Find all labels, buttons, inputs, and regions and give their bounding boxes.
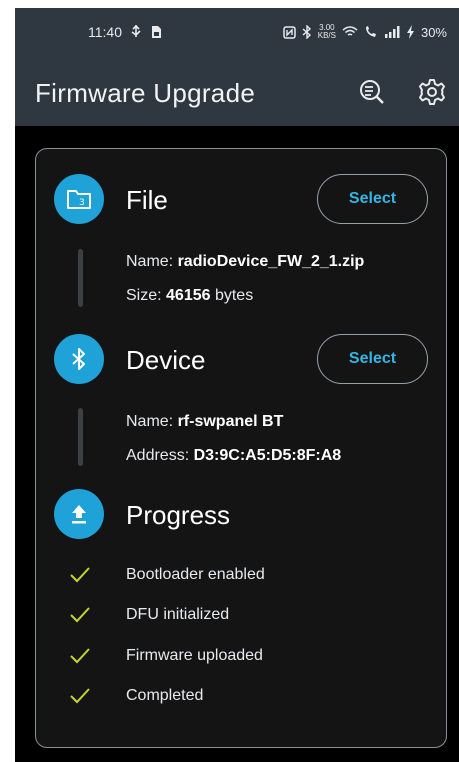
select-file-button[interactable]: Select [317, 174, 428, 224]
device-name: Name: rf-swpanel BT [126, 413, 283, 431]
settings-icon[interactable] [418, 78, 446, 106]
page-title: Firmware Upgrade [35, 78, 256, 108]
upload-icon [72, 505, 86, 524]
file-size-label: Size: [126, 287, 167, 304]
sim-icon [152, 26, 161, 38]
step-bootloader-enabled: Bootloader enabled [126, 566, 265, 583]
battery-level: 30% [420, 24, 447, 40]
phone-screen: 11:40 3.00 KB/S 30% Firmware Upgrade 3 F… [15, 8, 459, 762]
network-speed-unit: KB/S [317, 31, 336, 40]
file-section-icon: 3 [54, 174, 104, 224]
step-completed: Completed [126, 687, 204, 704]
device-section-divider [78, 408, 83, 466]
progress-section-title: Progress [126, 500, 231, 530]
network-speed: 3.00 KB/S [318, 24, 336, 40]
status-left: 11:40 [88, 24, 162, 40]
wifi-icon [342, 26, 358, 36]
device-section-icon [54, 334, 104, 384]
usb-icon [131, 25, 141, 37]
device-address: Address: D3:9C:A5:D5:8F:A8 [126, 447, 341, 465]
check-icon [70, 688, 90, 704]
status-right: 3.00 KB/S 30% [282, 24, 447, 40]
step-dfu-initialized: DFU initialized [126, 606, 230, 623]
nfc-icon [282, 25, 296, 39]
status-bar: 11:40 3.00 KB/S 30% [15, 8, 459, 56]
progress-section-icon [54, 489, 104, 539]
check-icon [70, 648, 90, 664]
clock: 11:40 [88, 24, 122, 40]
svg-text:3: 3 [79, 198, 85, 208]
file-size-value: 46156 [166, 287, 211, 304]
bluetooth-icon [302, 25, 311, 39]
file-size-unit: bytes [210, 287, 254, 304]
file-name: Name: radioDevice_FW_2_1.zip [126, 253, 364, 271]
device-address-value: D3:9C:A5:D5:8F:A8 [193, 447, 342, 464]
device-section-title: Device [126, 345, 206, 375]
check-icon [70, 607, 90, 623]
file-name-value: radioDevice_FW_2_1.zip [177, 253, 365, 270]
check-icon [70, 567, 90, 583]
call-icon [365, 26, 376, 37]
folder-icon: 3 [67, 190, 91, 209]
upgrade-card: 3 File Select Name: radioDevice_FW_2_1.z… [35, 148, 447, 748]
charging-icon [406, 25, 414, 39]
app-bar: Firmware Upgrade [15, 56, 459, 126]
select-device-button[interactable]: Select [317, 334, 428, 384]
device-name-value: rf-swpanel BT [177, 413, 284, 430]
bluetooth-icon [72, 348, 85, 370]
device-address-label: Address: [126, 447, 194, 464]
device-name-label: Name: [126, 413, 178, 430]
file-section-divider [78, 249, 83, 307]
file-name-label: Name: [126, 253, 178, 270]
file-size: Size: 46156 bytes [126, 287, 253, 305]
step-firmware-uploaded: Firmware uploaded [126, 647, 263, 664]
file-section-title: File [126, 185, 168, 215]
signal-icon [384, 26, 400, 38]
search-log-icon[interactable] [358, 78, 386, 106]
